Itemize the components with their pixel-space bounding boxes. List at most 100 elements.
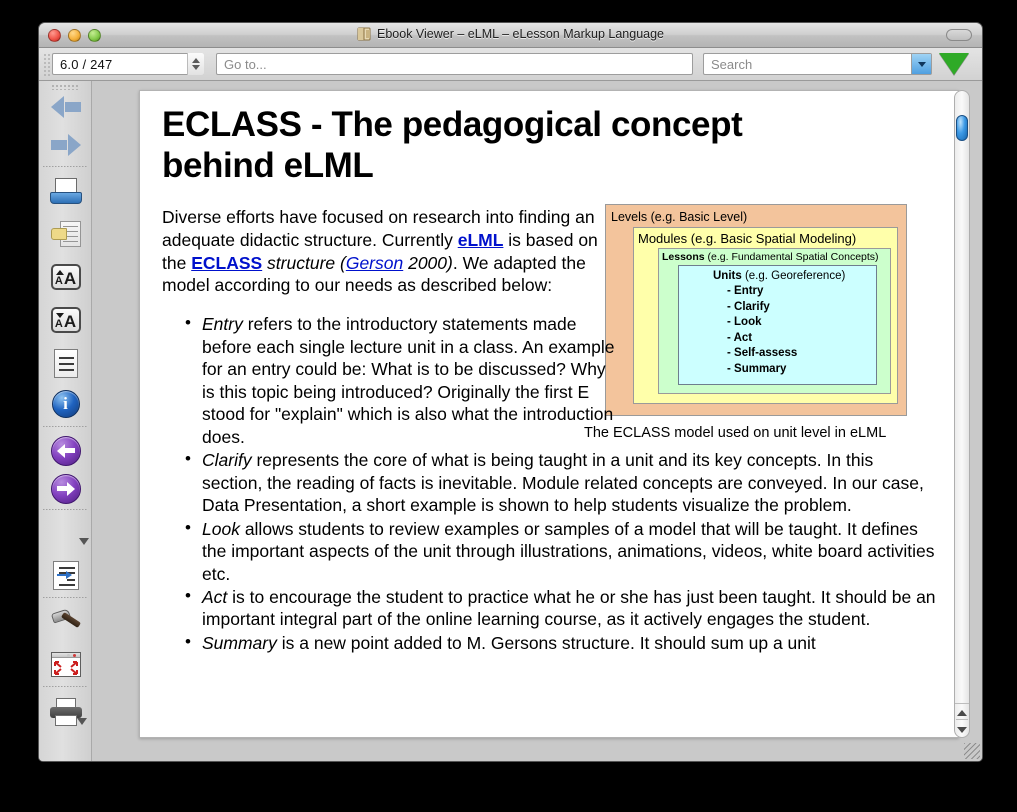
search-field-wrapper[interactable] — [703, 53, 932, 75]
stepper-up-icon[interactable] — [192, 58, 200, 63]
goto-input[interactable] — [217, 54, 692, 74]
book-icon — [357, 27, 372, 41]
scrollbar-arrow-group — [955, 703, 969, 737]
scroll-down-button[interactable] — [955, 721, 969, 738]
list-item: Act is to encourage the student to pract… — [185, 585, 938, 631]
bullet-term: Act — [202, 587, 228, 607]
link-gerson[interactable]: Gerson — [346, 253, 403, 273]
sidebar-item-reference-mode[interactable] — [44, 555, 87, 595]
ebook-viewer-window: Ebook Viewer – eLML – eLesson Markup Lan… — [38, 22, 983, 762]
chevron-down-icon[interactable] — [78, 537, 89, 545]
lessons-label: Lessons (e.g. Fundamental Spatial Concep… — [662, 251, 887, 263]
lessons-box: Lessons (e.g. Fundamental Spatial Concep… — [658, 248, 891, 395]
unit-item: - Summary — [727, 362, 787, 375]
hammer-icon — [50, 608, 82, 636]
font-small-a: A — [54, 318, 63, 330]
sidebar-item-print[interactable] — [44, 692, 87, 732]
vertical-scroll-thumb[interactable] — [956, 115, 968, 141]
window-title: Ebook Viewer – eLML – eLesson Markup Lan… — [39, 27, 982, 41]
right-arrow-icon — [50, 134, 81, 156]
lessons-label-light: (e.g. Fundamental Spatial Concepts) — [704, 251, 879, 264]
sidebar-divider — [43, 166, 88, 167]
intro-section: Levels (e.g. Basic Level) Modules (e.g. … — [162, 204, 938, 441]
document-lines-icon — [53, 348, 78, 378]
window-titlebar[interactable]: Ebook Viewer – eLML – eLesson Markup Lan… — [39, 23, 982, 48]
window-resize-grip[interactable] — [964, 743, 980, 759]
search-input[interactable] — [704, 54, 911, 74]
stepper-down-icon[interactable] — [192, 65, 200, 70]
bullet-term: Summary — [202, 632, 277, 653]
window-body: A A A A i ECLASS - The pedagogical conce… — [39, 81, 982, 761]
toolbar-toggle-button[interactable] — [946, 29, 972, 41]
document-viewport: ECLASS - The pedagogical concept behind … — [93, 81, 982, 761]
bullet-text: is to encourage the student to practice … — [202, 587, 936, 630]
sidebar-item-full-screen[interactable] — [44, 644, 87, 684]
sidebar-item-copy-to-library[interactable] — [44, 214, 87, 254]
chevron-down-icon[interactable] — [76, 717, 87, 725]
toolbar-grip[interactable] — [43, 53, 50, 76]
bullet-text: refers to the introductory statements ma… — [202, 314, 615, 447]
bullet-text: is a new point added to M. Gersons struc… — [276, 632, 816, 653]
sidebar-item-next-page[interactable] — [44, 125, 87, 165]
bullet-term: Clarify — [202, 450, 252, 471]
search-next-button[interactable] — [939, 53, 969, 75]
copy-icon — [50, 220, 81, 248]
lessons-label-bold: Lessons — [662, 251, 705, 264]
tool-sidebar: A A A A i — [39, 81, 92, 761]
reference-icon — [52, 560, 79, 590]
bullet-term: Entry — [202, 314, 243, 335]
circle-back-arrow-icon — [50, 436, 81, 466]
sidebar-divider — [43, 597, 88, 598]
sidebar-divider — [43, 509, 88, 510]
list-item: Summary is a new point added to M. Gerso… — [185, 631, 938, 654]
modules-label: Modules (e.g. Basic Spatial Modeling) — [638, 231, 857, 247]
modules-box: Modules (e.g. Basic Spatial Modeling) Le… — [633, 227, 898, 405]
figure-caption: The ECLASS model used on unit level in e… — [584, 425, 887, 442]
link-eclass[interactable]: ECLASS — [191, 253, 262, 273]
goto-field-wrapper[interactable] — [216, 53, 693, 75]
page-number-stepper[interactable] — [187, 53, 204, 75]
units-list: - Entry - Clarify - Look - Act - Self-as… — [685, 284, 870, 377]
units-label-light: (e.g. Georeference) — [741, 270, 846, 283]
sidebar-item-table-of-contents[interactable] — [44, 343, 87, 383]
intro-segment-3: structure ( — [262, 252, 346, 273]
vertical-scrollbar[interactable] — [954, 90, 970, 738]
bullet-text: represents the core of what is being tau… — [202, 450, 924, 516]
sidebar-item-preferences[interactable] — [44, 602, 87, 642]
link-elml[interactable]: eLML — [458, 230, 504, 250]
open-book-icon — [49, 177, 82, 205]
levels-label: Levels (e.g. Basic Level) — [611, 210, 748, 225]
intro-segment-4: 2000) — [403, 252, 453, 273]
intro-paragraph: Diverse efforts have focused on research… — [162, 206, 602, 297]
search-dropdown-button[interactable] — [911, 54, 931, 74]
bullet-text: allows students to review examples or sa… — [202, 518, 935, 584]
page-number-field[interactable]: 6.0 / 247 — [52, 53, 204, 75]
sidebar-item-increase-font-size[interactable]: A A — [44, 257, 87, 297]
unit-item: - Look — [727, 316, 762, 329]
list-item: Look allows students to review examples … — [185, 517, 938, 585]
scroll-up-button[interactable] — [955, 704, 969, 721]
sidebar-item-previous-page[interactable] — [44, 87, 87, 127]
printer-icon — [49, 697, 87, 727]
left-arrow-icon — [50, 96, 81, 118]
star-icon — [49, 518, 89, 549]
sidebar-item-book-info[interactable]: i — [44, 384, 87, 424]
unit-item: - Clarify — [727, 300, 770, 313]
unit-item: - Entry — [727, 285, 764, 298]
list-item: Entry refers to the introductory stateme… — [185, 312, 620, 448]
sidebar-item-bookmarks[interactable] — [44, 513, 89, 553]
sidebar-item-decrease-font-size[interactable]: A A — [44, 300, 87, 340]
font-increase-icon: A A — [50, 264, 81, 290]
page-sheet: ECLASS - The pedagogical concept behind … — [139, 90, 959, 738]
page-title: ECLASS - The pedagogical concept behind … — [162, 105, 743, 185]
sidebar-item-back[interactable] — [44, 431, 87, 471]
unit-item: - Act — [727, 331, 753, 344]
units-label: Units (e.g. Georeference) — [685, 270, 870, 282]
sidebar-item-open-book[interactable] — [44, 171, 87, 211]
units-label-bold: Units — [713, 270, 742, 283]
window-title-text: Ebook Viewer – eLML – eLesson Markup Lan… — [377, 27, 664, 41]
font-large-a: A — [63, 312, 77, 331]
chevron-down-icon — [917, 61, 926, 67]
sidebar-divider — [43, 686, 88, 687]
sidebar-item-forward[interactable] — [44, 469, 87, 509]
